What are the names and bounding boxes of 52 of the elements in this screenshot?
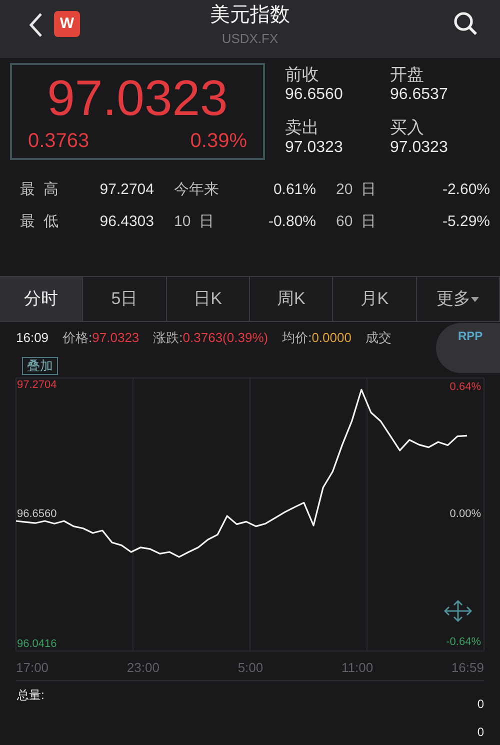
field-value: 96.6537 — [390, 85, 449, 105]
stat-value: 97.2704 — [98, 180, 154, 200]
field-value: 96.6560 — [285, 85, 344, 105]
stat-label: 60 日 — [336, 212, 378, 232]
axis-label: 0.00% — [450, 508, 481, 521]
time-text: 16:09 — [16, 329, 49, 348]
volume-value: 0 — [477, 725, 484, 739]
percent-change: 0.39% — [190, 129, 247, 153]
axis-label: 97.2704 — [17, 378, 57, 392]
time-axis-label: 11:00 — [341, 659, 374, 678]
stat-value: 96.4303 — [98, 212, 154, 232]
stat-value: 0.61% — [272, 180, 316, 200]
info-text: 均价:0.0000 — [282, 329, 352, 348]
axis-label: 0.64% — [450, 381, 481, 394]
chart-tab[interactable]: 分时 — [0, 277, 84, 321]
stat-value: -5.29% — [441, 212, 490, 232]
app-logo: W — [54, 11, 80, 37]
axis-label: 96.6560 — [17, 508, 57, 521]
stat-label: 20 日 — [336, 180, 378, 200]
stat-value: -0.80% — [267, 212, 316, 232]
info-text: 涨跌:0.3763(0.39%) — [153, 329, 268, 348]
time-axis-label: 23:00 — [126, 659, 160, 678]
stat-label: 今年来 — [174, 180, 220, 200]
overlay-button[interactable]: 叠加 — [22, 357, 58, 375]
axis-label: -0.64% — [446, 636, 481, 649]
time-axis-label: 5:00 — [238, 659, 264, 678]
floating-button[interactable]: RPP — [436, 323, 500, 373]
volume-label: 总量: — [17, 687, 44, 704]
time-axis-label: 17:00 — [16, 659, 49, 678]
symbol-code: USDX.FX — [222, 31, 278, 47]
field-label: 买入 — [390, 117, 425, 138]
field-label: 前收 — [285, 64, 320, 85]
field-value: 97.0323 — [285, 138, 344, 158]
caret-icon — [471, 296, 480, 302]
info-text: 价格:97.0323 — [62, 329, 140, 348]
info-text: 成交 — [365, 329, 392, 348]
stat-label: 10 日 — [174, 212, 216, 232]
field-label: 开盘 — [390, 64, 425, 85]
field-value: 97.0323 — [390, 138, 449, 158]
price-change: 0.3763 — [28, 129, 90, 153]
field-label: 卖出 — [285, 117, 320, 138]
expand-icon[interactable] — [444, 600, 472, 622]
axis-label: 96.0416 — [17, 638, 57, 650]
search-icon[interactable] — [453, 11, 478, 36]
page-title: 美元指数 — [210, 3, 290, 27]
stat-label: 最 低 — [20, 212, 60, 232]
stat-value: -2.60% — [441, 180, 490, 200]
stat-label: 最 高 — [20, 180, 60, 200]
volume-value: 0 — [477, 696, 484, 713]
last-price: 97.0323 — [46, 69, 229, 127]
time-axis-label: 16:59 — [451, 659, 484, 678]
back-icon[interactable] — [28, 12, 44, 38]
